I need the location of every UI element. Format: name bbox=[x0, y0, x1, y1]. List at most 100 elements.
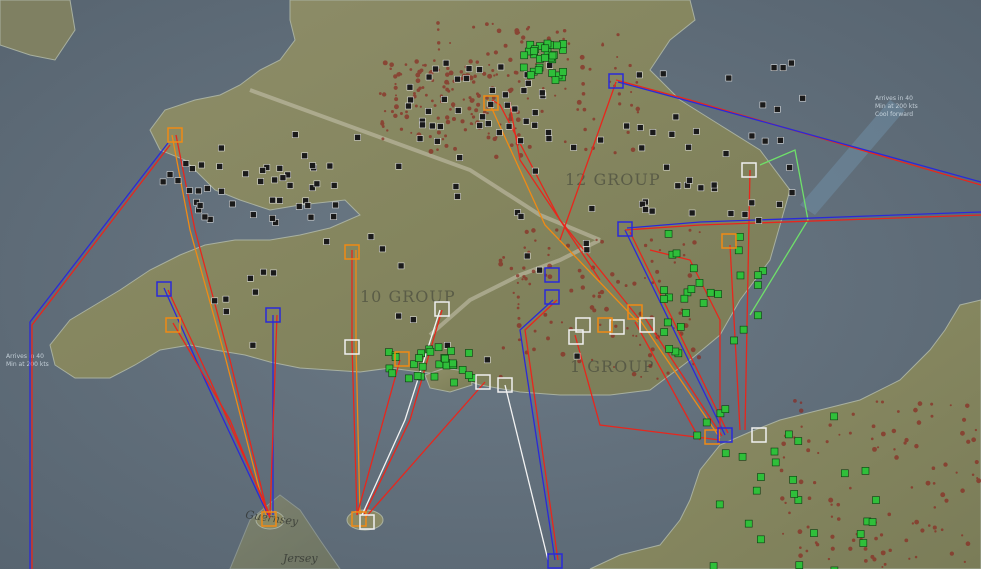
aircraft-unit-icon[interactable] bbox=[519, 63, 528, 72]
airfield-icon[interactable] bbox=[697, 184, 705, 192]
airfield-icon[interactable] bbox=[326, 162, 334, 170]
airfield-icon[interactable] bbox=[504, 101, 511, 109]
airfield-icon[interactable] bbox=[295, 203, 303, 210]
airfield-icon[interactable] bbox=[741, 211, 749, 218]
airfield-icon[interactable] bbox=[761, 137, 769, 145]
aircraft-unit-icon[interactable] bbox=[541, 44, 549, 53]
airfield-icon[interactable] bbox=[174, 177, 182, 184]
airfield-icon[interactable] bbox=[196, 202, 204, 209]
airfield-icon[interactable] bbox=[304, 202, 312, 209]
aircraft-unit-icon[interactable] bbox=[447, 347, 455, 355]
airfield-icon[interactable] bbox=[710, 181, 718, 189]
airfield-icon[interactable] bbox=[465, 65, 473, 72]
aircraft-unit-icon[interactable] bbox=[856, 530, 865, 538]
aircraft-unit-icon[interactable] bbox=[548, 69, 557, 78]
airfield-icon[interactable] bbox=[186, 187, 193, 194]
aircraft-unit-icon[interactable] bbox=[548, 51, 557, 60]
aircraft-unit-icon[interactable] bbox=[676, 323, 685, 331]
aircraft-unit-icon[interactable] bbox=[790, 490, 798, 498]
airfield-icon[interactable] bbox=[686, 177, 693, 184]
aircraft-unit-icon[interactable] bbox=[413, 372, 422, 380]
airfield-icon[interactable] bbox=[218, 144, 225, 152]
aircraft-unit-icon[interactable] bbox=[757, 535, 765, 544]
airfield-icon[interactable] bbox=[330, 182, 338, 189]
airfield-icon[interactable] bbox=[216, 163, 223, 170]
aircraft-unit-icon[interactable] bbox=[754, 271, 762, 280]
airfield-icon[interactable] bbox=[531, 109, 539, 116]
airfield-icon[interactable] bbox=[788, 189, 796, 196]
airfield-icon[interactable] bbox=[434, 138, 441, 145]
airfield-icon[interactable] bbox=[524, 80, 532, 87]
airfield-icon[interactable] bbox=[799, 94, 806, 102]
aircraft-unit-icon[interactable] bbox=[709, 562, 718, 569]
aircraft-unit-icon[interactable] bbox=[861, 467, 870, 475]
airfield-icon[interactable] bbox=[668, 131, 676, 138]
airfield-icon[interactable] bbox=[218, 188, 225, 195]
airfield-icon[interactable] bbox=[774, 106, 781, 113]
aircraft-unit-icon[interactable] bbox=[736, 271, 745, 280]
airfield-icon[interactable] bbox=[257, 178, 265, 185]
aircraft-unit-icon[interactable] bbox=[430, 372, 439, 381]
aircraft-unit-icon[interactable] bbox=[682, 309, 690, 317]
airfield-icon[interactable] bbox=[463, 75, 470, 82]
airfield-icon[interactable] bbox=[674, 182, 682, 190]
aircraft-unit-icon[interactable] bbox=[795, 561, 804, 569]
airfield-icon[interactable] bbox=[204, 185, 211, 192]
aircraft-unit-icon[interactable] bbox=[441, 354, 449, 363]
airfield-icon[interactable] bbox=[727, 210, 735, 217]
airfield-icon[interactable] bbox=[454, 193, 461, 200]
airfield-icon[interactable] bbox=[198, 161, 205, 169]
airfield-icon[interactable] bbox=[222, 295, 230, 303]
airfield-icon[interactable] bbox=[252, 288, 259, 296]
airfield-icon[interactable] bbox=[166, 171, 174, 178]
tactical-map[interactable]: 12 GROUP 10 GROUP 1 GROUP Guernsey Jerse… bbox=[0, 0, 981, 569]
airfield-icon[interactable] bbox=[496, 129, 503, 136]
airfield-icon[interactable] bbox=[454, 75, 461, 83]
airfield-icon[interactable] bbox=[260, 268, 267, 276]
airfield-icon[interactable] bbox=[379, 245, 386, 253]
airfield-icon[interactable] bbox=[309, 162, 316, 169]
aircraft-unit-icon[interactable] bbox=[868, 518, 877, 526]
airfield-icon[interactable] bbox=[432, 65, 439, 73]
aircraft-unit-icon[interactable] bbox=[689, 264, 698, 273]
aircraft-unit-icon[interactable] bbox=[660, 328, 669, 336]
airfield-icon[interactable] bbox=[582, 240, 590, 247]
aircraft-unit-icon[interactable] bbox=[730, 336, 738, 345]
airfield-icon[interactable] bbox=[532, 167, 539, 175]
airfield-icon[interactable] bbox=[502, 91, 509, 99]
airfield-icon[interactable] bbox=[407, 96, 414, 104]
airfield-icon[interactable] bbox=[395, 312, 402, 320]
airfield-icon[interactable] bbox=[425, 108, 432, 115]
airfield-icon[interactable] bbox=[270, 269, 277, 277]
airfield-icon[interactable] bbox=[476, 66, 483, 73]
airfield-icon[interactable] bbox=[725, 74, 733, 82]
airfield-icon[interactable] bbox=[688, 209, 696, 217]
airfield-icon[interactable] bbox=[786, 164, 793, 171]
aircraft-unit-icon[interactable] bbox=[872, 496, 880, 504]
airfield-icon[interactable] bbox=[330, 213, 337, 220]
airfield-icon[interactable] bbox=[722, 150, 730, 157]
airfield-icon[interactable] bbox=[406, 83, 414, 91]
airfield-icon[interactable] bbox=[242, 170, 249, 178]
aircraft-unit-icon[interactable] bbox=[771, 458, 780, 467]
aircraft-unit-icon[interactable] bbox=[721, 449, 730, 458]
airfield-icon[interactable] bbox=[323, 238, 330, 245]
airfield-icon[interactable] bbox=[672, 113, 680, 121]
aircraft-unit-icon[interactable] bbox=[699, 299, 708, 307]
airfield-icon[interactable] bbox=[484, 356, 491, 364]
aircraft-unit-icon[interactable] bbox=[695, 279, 704, 287]
airfield-icon[interactable] bbox=[476, 122, 483, 129]
airfield-icon[interactable] bbox=[546, 62, 554, 69]
airfield-icon[interactable] bbox=[454, 107, 462, 114]
airfield-icon[interactable] bbox=[307, 213, 315, 221]
aircraft-unit-icon[interactable] bbox=[405, 374, 413, 383]
airfield-icon[interactable] bbox=[222, 308, 230, 315]
aircraft-unit-icon[interactable] bbox=[385, 348, 393, 356]
aircraft-unit-icon[interactable] bbox=[526, 71, 535, 79]
airfield-icon[interactable] bbox=[777, 137, 784, 144]
airfield-icon[interactable] bbox=[397, 262, 405, 270]
airfield-icon[interactable] bbox=[441, 96, 448, 103]
airfield-icon[interactable] bbox=[642, 206, 649, 213]
airfield-icon[interactable] bbox=[195, 187, 202, 195]
airfield-icon[interactable] bbox=[442, 59, 450, 67]
